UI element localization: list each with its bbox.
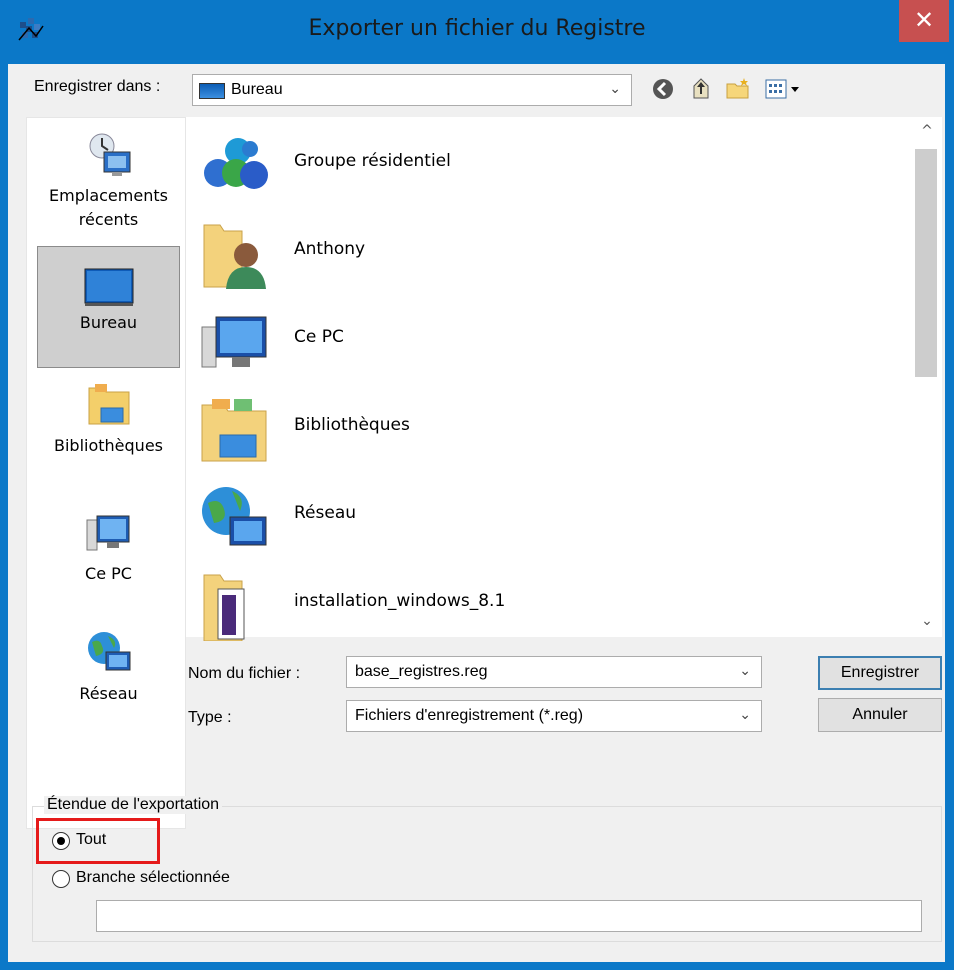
scroll-down-icon[interactable]: ⌄ xyxy=(912,613,942,629)
file-name-value: base_registres.reg xyxy=(355,663,488,680)
export-range-title: Étendue de l'exportation xyxy=(44,796,223,814)
network-icon xyxy=(202,487,267,546)
desktop-icon xyxy=(199,83,225,99)
file-item[interactable]: Réseau xyxy=(194,473,794,559)
file-name: Anthony xyxy=(294,239,366,259)
computer-icon xyxy=(201,316,267,368)
chevron-down-icon: ⌄ xyxy=(609,81,621,97)
place-label: Emplacements récents xyxy=(49,186,168,229)
save-in-combobox[interactable]: Bureau ⌄ xyxy=(192,74,632,106)
place-this-pc[interactable]: Ce PC xyxy=(37,510,180,610)
computer-icon xyxy=(86,515,129,551)
place-label: Bureau xyxy=(79,313,138,332)
file-name: Groupe résidentiel xyxy=(294,151,451,171)
title-bar[interactable]: Exporter un fichier du Registre ✕ xyxy=(0,0,954,64)
place-network[interactable]: Réseau xyxy=(37,628,180,728)
save-button[interactable]: Enregistrer xyxy=(818,656,942,690)
place-libraries[interactable]: Bibliothèques xyxy=(37,380,180,480)
file-name-combobox[interactable]: base_registres.reg ⌄ xyxy=(346,656,762,688)
place-label: Bibliothèques xyxy=(54,436,163,455)
folder-icon xyxy=(203,574,245,641)
radio-branch[interactable] xyxy=(52,870,70,888)
file-item[interactable]: Ce PC xyxy=(194,297,794,383)
back-icon[interactable] xyxy=(650,76,676,102)
up-folder-icon[interactable] xyxy=(688,76,714,102)
file-item[interactable]: Anthony xyxy=(194,209,794,295)
user-folder-icon xyxy=(203,224,266,289)
file-name: Bibliothèques xyxy=(294,415,410,435)
file-name: Réseau xyxy=(294,503,357,523)
place-label: Réseau xyxy=(79,684,138,703)
save-in-value: Bureau xyxy=(231,81,283,98)
libraries-icon xyxy=(88,384,129,425)
file-item[interactable]: Groupe résidentiel xyxy=(194,121,794,207)
scroll-up-icon[interactable]: ^ xyxy=(912,123,942,139)
file-type-label: Type : xyxy=(188,709,232,726)
file-list[interactable]: Groupe résidentiel Anthony Ce PC Bibliot… xyxy=(186,117,912,641)
cancel-button[interactable]: Annuler xyxy=(818,698,942,732)
window-title: Exporter un fichier du Registre xyxy=(308,16,646,41)
desktop-icon xyxy=(84,268,133,306)
view-menu-icon[interactable] xyxy=(764,76,804,102)
file-name-label: Nom du fichier : xyxy=(188,665,301,682)
file-list-scrollbar[interactable]: ^ ⌄ xyxy=(912,117,942,637)
scrollbar-thumb[interactable] xyxy=(915,149,937,377)
place-recent[interactable]: Emplacements récents xyxy=(37,128,180,240)
dialog-client-area: Enregistrer dans : Bureau ⌄ Emplacements… xyxy=(8,64,945,962)
network-icon xyxy=(87,632,130,671)
highlight-box xyxy=(36,818,160,864)
libraries-icon xyxy=(201,399,267,462)
save-in-label: Enregistrer dans : xyxy=(34,78,161,95)
file-name: Ce PC xyxy=(294,327,344,347)
file-type-value: Fichiers d'enregistrement (*.reg) xyxy=(355,707,584,724)
chevron-down-icon: ⌄ xyxy=(739,707,751,723)
new-folder-icon[interactable] xyxy=(724,76,752,102)
file-item[interactable]: Bibliothèques xyxy=(194,385,794,471)
homegroup-icon xyxy=(204,138,268,189)
recent-places-icon xyxy=(89,133,130,176)
radio-branch-label[interactable]: Branche sélectionnée xyxy=(76,869,230,887)
file-type-combobox[interactable]: Fichiers d'enregistrement (*.reg) ⌄ xyxy=(346,700,762,732)
close-icon: ✕ xyxy=(913,6,935,34)
places-bar: Emplacements récents Bureau Bibliothèque… xyxy=(26,117,186,829)
place-label: Ce PC xyxy=(85,564,132,583)
export-registry-dialog: Exporter un fichier du Registre ✕ Enregi… xyxy=(0,0,954,970)
file-name: installation_windows_8.1 xyxy=(294,591,506,611)
place-desktop[interactable]: Bureau xyxy=(37,246,180,368)
close-button[interactable]: ✕ xyxy=(899,0,949,42)
chevron-down-icon: ⌄ xyxy=(739,663,751,679)
file-item[interactable]: installation_windows_8.1 xyxy=(194,561,794,647)
selected-branch-input[interactable] xyxy=(96,900,922,932)
